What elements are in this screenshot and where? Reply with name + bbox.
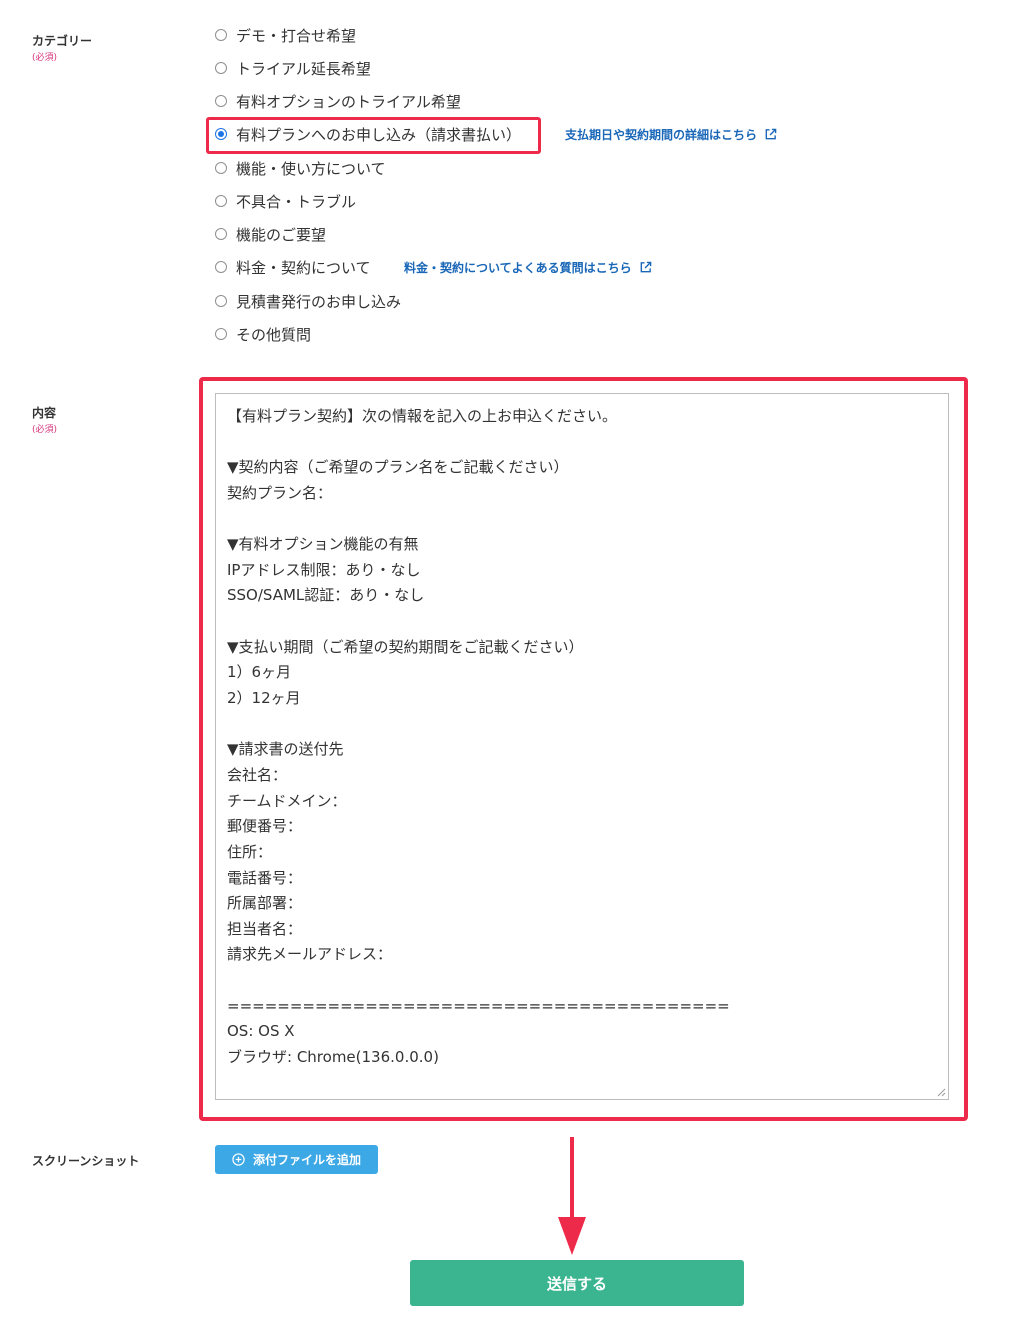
arrow-down-icon (558, 1137, 586, 1255)
radio-option-other[interactable]: その他質問 (215, 322, 311, 346)
radio-option-trial-extension[interactable]: トライアル延長希望 (215, 56, 371, 80)
radio-label: 機能のご要望 (236, 225, 327, 244)
radio-option-pricing-contract[interactable]: 料金・契約について (215, 255, 371, 279)
radio-button[interactable] (215, 29, 227, 41)
radio-option-feature-request[interactable]: 機能のご要望 (215, 222, 326, 246)
highlight-box-selected-option (206, 117, 541, 154)
submit-button[interactable]: 送信する (410, 1260, 744, 1306)
radio-option-features-usage[interactable]: 機能・使い方について (215, 156, 386, 180)
radio-button[interactable] (215, 62, 227, 74)
payment-details-link-text: 支払期日や契約期間の詳細はこちら (565, 127, 758, 142)
add-attachment-button[interactable]: 添付ファイルを追加 (215, 1145, 378, 1174)
radio-label: 有料オプションのトライアル希望 (236, 92, 461, 111)
payment-details-link[interactable]: 支払期日や契約期間の詳細はこちら (565, 122, 777, 146)
add-attachment-label: 添付ファイルを追加 (252, 1153, 361, 1167)
radio-label: 機能・使い方について (236, 159, 386, 178)
radio-button[interactable] (215, 328, 227, 340)
screenshot-label: スクリーンショット (32, 1154, 140, 1168)
external-link-icon (765, 128, 777, 139)
radio-option-bug-trouble[interactable]: 不具合・トラブル (215, 189, 356, 213)
category-label: カテゴリー (32, 34, 93, 48)
content-required-note: (必須) (32, 425, 58, 435)
radio-label: 不具合・トラブル (236, 192, 357, 211)
content-label: 内容 (32, 406, 57, 420)
radio-button[interactable] (215, 162, 227, 174)
radio-label: トライアル延長希望 (236, 59, 371, 78)
radio-button[interactable] (215, 295, 227, 307)
radio-label: デモ・打合せ希望 (236, 26, 357, 45)
radio-label: 見積書発行のお申し込み (236, 292, 402, 311)
radio-label: その他質問 (236, 325, 312, 344)
radio-option-demo[interactable]: デモ・打合せ希望 (215, 23, 356, 47)
radio-button[interactable] (215, 261, 227, 273)
radio-option-paid-option-trial[interactable]: 有料オプションのトライアル希望 (215, 89, 461, 113)
pricing-faq-link-text: 料金・契約についてよくある質問はこちら (404, 260, 632, 275)
category-required-note: (必須) (32, 53, 58, 63)
external-link-icon (640, 261, 651, 272)
radio-button[interactable] (215, 195, 227, 207)
plus-circle-icon (232, 1153, 245, 1166)
radio-label: 料金・契約について (236, 258, 371, 277)
highlight-box-content (199, 377, 968, 1121)
radio-button[interactable] (215, 95, 227, 107)
radio-button[interactable] (215, 228, 227, 240)
pricing-faq-link[interactable]: 料金・契約についてよくある質問はこちら (404, 255, 652, 279)
radio-option-quote-request[interactable]: 見積書発行のお申し込み (215, 289, 401, 313)
